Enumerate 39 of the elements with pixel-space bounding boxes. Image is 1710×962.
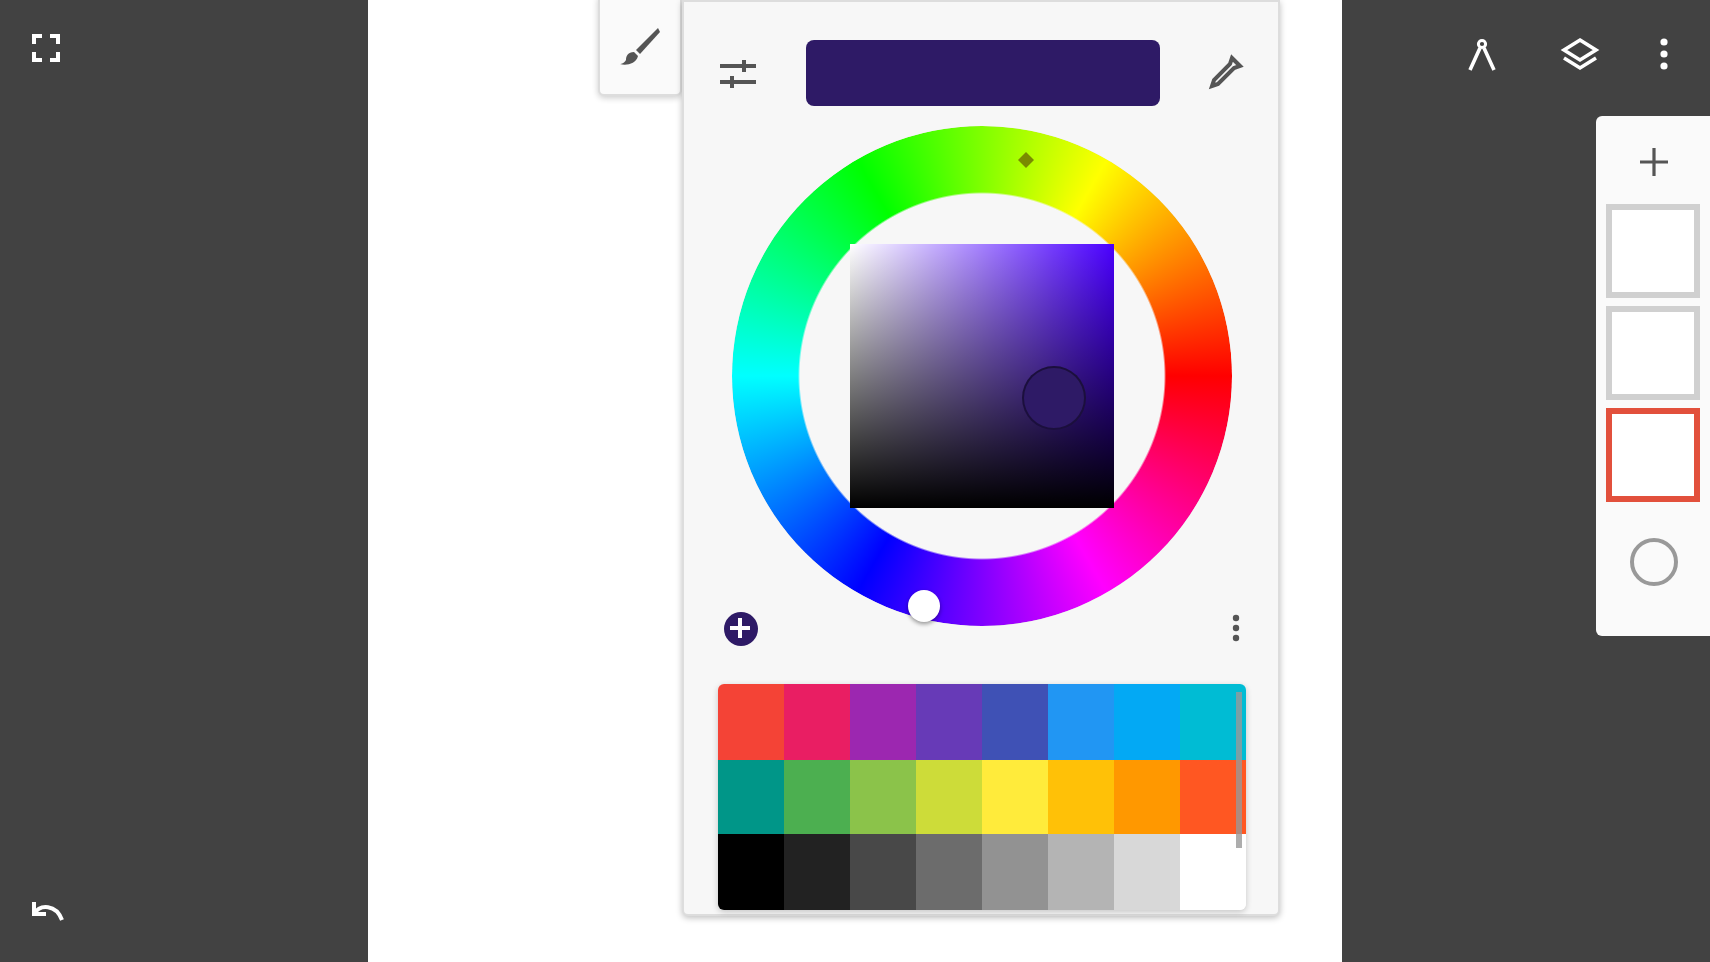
color-swatch[interactable] bbox=[717, 834, 783, 909]
color-swatch[interactable] bbox=[1113, 834, 1179, 909]
sliders-icon[interactable] bbox=[718, 57, 758, 89]
color-swatch[interactable] bbox=[915, 759, 981, 834]
color-swatch[interactable] bbox=[1047, 759, 1113, 834]
more-icon[interactable] bbox=[1660, 38, 1668, 70]
color-swatch[interactable] bbox=[1179, 834, 1245, 909]
color-swatch[interactable] bbox=[981, 759, 1047, 834]
background-layer-icon[interactable] bbox=[1629, 538, 1677, 586]
brush-tab[interactable] bbox=[598, 0, 682, 96]
color-swatch[interactable] bbox=[1047, 684, 1113, 759]
hue-marker[interactable] bbox=[1017, 152, 1033, 168]
color-swatch[interactable] bbox=[915, 834, 981, 909]
color-swatch[interactable] bbox=[981, 834, 1047, 909]
brush-icon bbox=[618, 24, 662, 68]
layer-thumbnail[interactable] bbox=[1606, 408, 1700, 502]
undo-icon[interactable] bbox=[28, 898, 68, 926]
saturation-square[interactable] bbox=[849, 244, 1113, 508]
color-swatch[interactable] bbox=[1113, 759, 1179, 834]
color-swatch[interactable] bbox=[981, 684, 1047, 759]
color-swatch[interactable] bbox=[1113, 684, 1179, 759]
compass-icon[interactable] bbox=[1464, 36, 1500, 72]
color-swatch[interactable] bbox=[717, 759, 783, 834]
layers-icon[interactable] bbox=[1560, 36, 1600, 72]
scrollbar[interactable] bbox=[1235, 692, 1241, 848]
fullscreen-icon[interactable] bbox=[32, 34, 60, 62]
color-swatch[interactable] bbox=[783, 834, 849, 909]
color-swatch[interactable] bbox=[717, 684, 783, 759]
add-swatch-icon[interactable] bbox=[723, 611, 757, 645]
more-icon[interactable] bbox=[1231, 614, 1239, 642]
eyedropper-icon[interactable] bbox=[1208, 53, 1244, 93]
color-swatch[interactable] bbox=[783, 759, 849, 834]
add-layer-icon[interactable] bbox=[1639, 148, 1667, 176]
color-swatch[interactable] bbox=[783, 684, 849, 759]
color-swatch[interactable] bbox=[849, 834, 915, 909]
color-swatch[interactable] bbox=[915, 684, 981, 759]
color-swatch[interactable] bbox=[849, 759, 915, 834]
color-swatch[interactable] bbox=[1047, 834, 1113, 909]
color-swatch[interactable] bbox=[849, 684, 915, 759]
